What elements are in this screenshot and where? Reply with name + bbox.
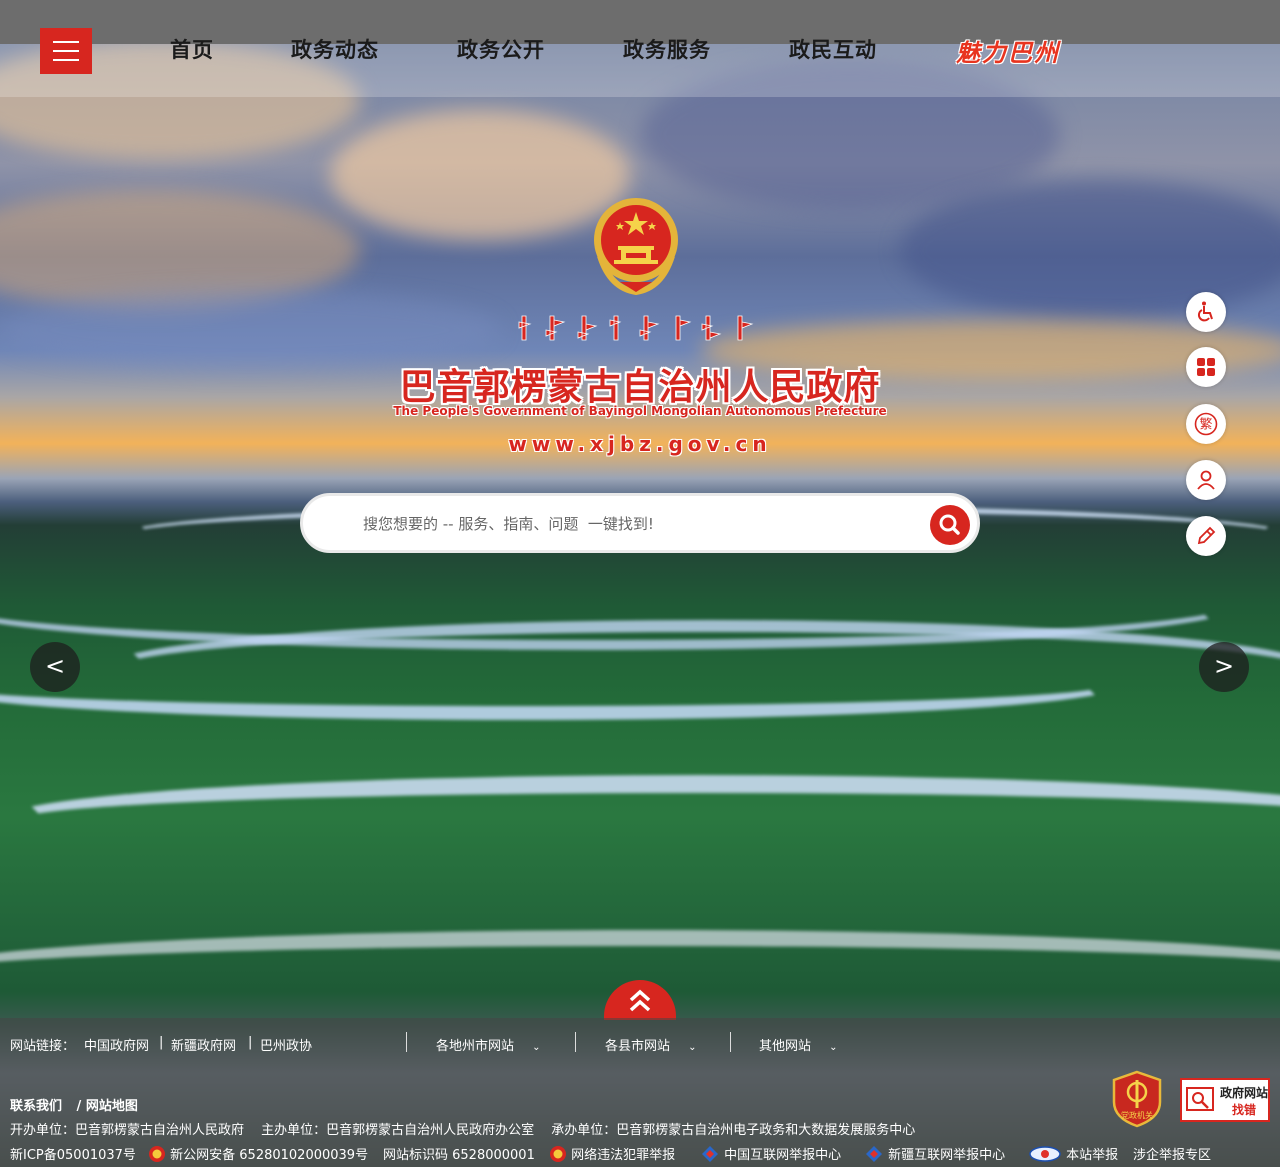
accessibility-icon <box>1197 301 1213 322</box>
divider <box>730 1032 731 1052</box>
divider <box>406 1032 407 1052</box>
divider: | <box>248 1035 253 1050</box>
report-text: 中国互联网举报中心 <box>724 1148 842 1163</box>
carousel-next-button[interactable]: > <box>1199 642 1249 692</box>
chevron-down-icon: ⌄ <box>532 1042 541 1053</box>
report-text: 本站举报 <box>1066 1148 1119 1163</box>
search-box <box>300 493 980 553</box>
cloud <box>330 110 630 240</box>
carousel-prev-button[interactable]: < <box>30 642 80 692</box>
divider <box>575 1032 576 1052</box>
dropdown-label: 各县市网站 <box>605 1039 671 1054</box>
link-xinjiang-gov[interactable]: 新疆政府网 <box>171 1035 236 1054</box>
nav-public-info[interactable]: 政务公开 <box>457 34 545 66</box>
traditional-chinese-button[interactable]: 繁 <box>1186 404 1226 444</box>
icp-link[interactable]: 新ICP备05001037号 <box>10 1144 136 1163</box>
police-badge-icon <box>550 1146 566 1162</box>
contact-row: 联系我们 / 网站地图 <box>10 1095 138 1114</box>
police-record-text: 新公网安备 65280102000039号 <box>170 1148 369 1163</box>
dropdown-prefecture-sites[interactable]: 各地州市网站 ⌄ <box>436 1035 541 1054</box>
sponsor-info: 开办单位：巴音郭楞蒙古自治州人民政府 主办单位：巴音郭楞蒙古自治州人民政府办公室… <box>10 1123 916 1138</box>
xinjiang-internet-report-link[interactable]: 新疆互联网举报中心 <box>864 1144 1005 1163</box>
back-to-top-button[interactable] <box>604 980 676 1020</box>
enterprise-report-link[interactable]: 涉企举报专区 <box>1133 1144 1211 1163</box>
river <box>0 775 1280 865</box>
apps-button[interactable] <box>1186 347 1226 387</box>
site-url: www.xjbz.gov.cn <box>508 432 772 456</box>
contact-us-link[interactable]: 联系我们 <box>10 1099 62 1114</box>
cloud <box>900 180 1280 320</box>
report-center-icon <box>866 1146 882 1162</box>
menu-icon-line <box>53 41 79 43</box>
edit-icon <box>1197 526 1216 545</box>
report-text: 新疆互联网举报中心 <box>888 1148 1006 1163</box>
eye-report-icon <box>1029 1146 1061 1162</box>
search-button[interactable] <box>930 505 970 545</box>
nav-services[interactable]: 政务服务 <box>623 34 711 66</box>
mongolian-script-logo <box>518 315 754 341</box>
site-title-english: The People's Government of Bayingol Mong… <box>393 404 887 418</box>
edit-button[interactable] <box>1186 516 1226 556</box>
traditional-chinese-label: 繁 <box>1199 417 1212 433</box>
site-code: 网站标识码 6528000001 <box>383 1148 535 1163</box>
search-icon <box>939 514 960 535</box>
hamburger-menu-button[interactable] <box>40 28 92 74</box>
dropdown-label: 其他网站 <box>759 1039 812 1054</box>
chevron-down-icon: ⌄ <box>829 1042 838 1053</box>
site-title-chinese: 巴音郭楞蒙古自治州人民政府 <box>399 367 881 408</box>
nav-news[interactable]: 政务动态 <box>291 34 379 66</box>
party-gov-badge-text: 党政机关 <box>1121 1110 1153 1120</box>
dropdown-other-sites[interactable]: 其他网站 ⌄ <box>759 1035 838 1054</box>
search-input[interactable] <box>363 510 923 538</box>
nav-charm-bazhou[interactable]: 魅力巴州 <box>956 33 1060 68</box>
nav-interaction[interactable]: 政民互动 <box>789 34 877 66</box>
report-center-icon <box>702 1146 718 1162</box>
link-bazhou-cppcc[interactable]: 巴州政协 <box>260 1035 312 1054</box>
apps-grid-icon <box>1197 358 1215 376</box>
traditional-chinese-icon: 繁 <box>1194 412 1218 436</box>
divider: | <box>159 1035 164 1050</box>
party-gov-badge[interactable]: 党政机关 <box>1110 1070 1164 1128</box>
china-internet-report-link[interactable]: 中国互联网举报中心 <box>700 1144 841 1163</box>
accessibility-button[interactable] <box>1186 292 1226 332</box>
police-record-link[interactable]: 新公网安备 65280102000039号 <box>148 1144 368 1163</box>
gov-site-error-report-badge[interactable]: 政府网站 找错 <box>1180 1078 1270 1122</box>
user-login-button[interactable] <box>1186 460 1226 500</box>
menu-icon-line <box>53 50 79 52</box>
magnifier-icon <box>1186 1087 1214 1111</box>
footer: 网站链接： 中国政府网 | 新疆政府网 | 巴州政协 各地州市网站 ⌄ 各县市网… <box>0 1018 1280 1167</box>
links-label: 网站链接： <box>10 1039 76 1054</box>
cybercrime-report-link[interactable]: 网络违法犯罪举报 <box>549 1144 675 1163</box>
dropdown-label: 各地州市网站 <box>436 1039 515 1054</box>
party-gov-emblem-icon: 党政机关 <box>1112 1070 1162 1128</box>
badge-line1: 政府网站 <box>1220 1086 1269 1100</box>
report-text: 网络违法犯罪举报 <box>571 1148 676 1163</box>
police-badge-icon <box>149 1146 165 1162</box>
double-chevron-up-icon <box>629 989 651 1012</box>
user-icon <box>1197 470 1215 490</box>
badge-line2: 找错 <box>1232 1103 1257 1117</box>
dropdown-county-sites[interactable]: 各县市网站 ⌄ <box>605 1035 697 1054</box>
site-report-link[interactable]: 本站举报 <box>1028 1144 1118 1163</box>
sitemap-link[interactable]: / 网站地图 <box>77 1099 138 1114</box>
link-china-gov[interactable]: 中国政府网 <box>84 1035 149 1054</box>
national-emblem-icon <box>594 198 678 296</box>
menu-icon-line <box>53 59 79 61</box>
chevron-down-icon: ⌄ <box>688 1042 697 1053</box>
main-nav: 首页 政务动态 政务公开 政务服务 政民互动 魅力巴州 <box>0 0 1280 97</box>
nav-home[interactable]: 首页 <box>170 34 214 66</box>
